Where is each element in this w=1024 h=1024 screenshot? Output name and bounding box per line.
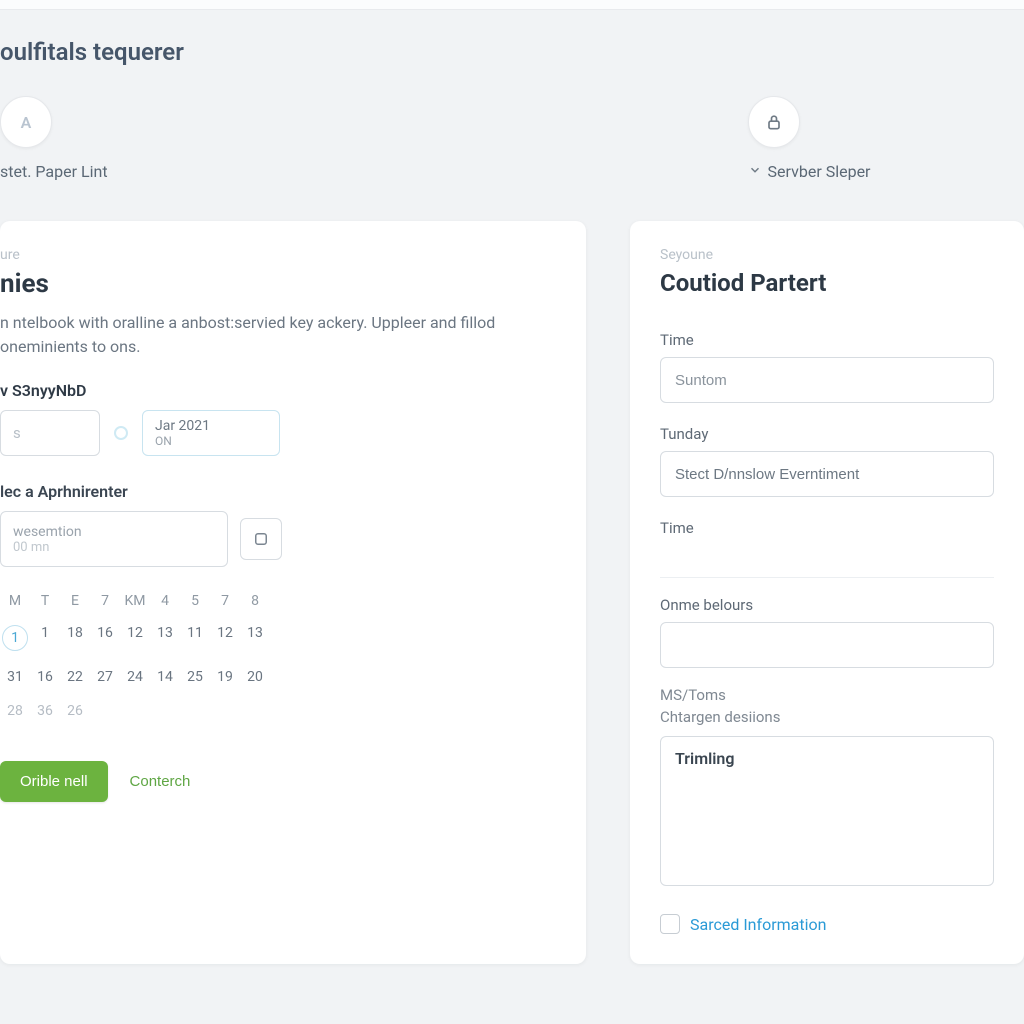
primary-button[interactable]: Orible nell <box>0 761 108 802</box>
secondary-button[interactable]: Conterch <box>130 773 191 790</box>
calendar-header-cell: 8 <box>240 593 270 609</box>
left-card-title: nies <box>0 269 556 299</box>
notes-textarea[interactable]: Trimling <box>660 736 994 886</box>
calendar-day <box>180 703 210 719</box>
select-small[interactable]: s <box>0 410 100 456</box>
sarced-link[interactable]: Sarced Information <box>690 915 826 934</box>
calendar-day[interactable]: 1 <box>30 625 60 651</box>
calendar-day[interactable]: 31 <box>0 669 30 685</box>
calendar-day[interactable]: 1 <box>0 625 30 651</box>
group-two-label: lec a Aprhnirenter <box>0 482 556 501</box>
top-strip <box>0 0 1024 10</box>
textarea-content: Trimling <box>675 749 734 768</box>
right-card-title: Coutiod Partert <box>660 269 994 297</box>
calendar-row: 1118161213111213 <box>0 625 556 651</box>
calendar-day[interactable]: 14 <box>150 669 180 685</box>
calendar: MTE7KM4578 11181612131112133116222724142… <box>0 593 556 719</box>
calendar-header-cell: 7 <box>210 593 240 609</box>
calendar-day[interactable]: 27 <box>90 669 120 685</box>
duration-input[interactable]: wesemtion 00 mn <box>0 511 228 567</box>
calendar-day[interactable]: 12 <box>120 625 150 651</box>
step-one-badge: A <box>0 96 52 148</box>
square-icon <box>252 530 270 548</box>
time-input[interactable] <box>660 357 994 403</box>
chtargen-label: Chtargen desiions <box>660 708 994 726</box>
calendar-day[interactable]: 22 <box>60 669 90 685</box>
calendar-day[interactable]: 19 <box>210 669 240 685</box>
calendar-header-cell: M <box>0 593 30 609</box>
left-card-description: n ntelbook with oralline a anbost:servie… <box>0 311 556 359</box>
right-eyebrow: Seyoune <box>660 247 994 263</box>
step-two-badge <box>748 96 800 148</box>
calendar-header-cell: 7 <box>90 593 120 609</box>
step-one-letter: A <box>21 113 32 132</box>
calendar-day[interactable]: 24 <box>120 669 150 685</box>
calendar-day[interactable]: 18 <box>60 625 90 651</box>
calendar-header-cell: T <box>30 593 60 609</box>
time-label: Time <box>660 331 994 349</box>
calendar-day[interactable]: 25 <box>180 669 210 685</box>
calendar-day <box>240 703 270 719</box>
duration-line1: wesemtion <box>13 524 215 540</box>
details-card: Seyoune Coutiod Partert Time Tunday Time… <box>630 221 1024 964</box>
step-two-label: Servber Sleper <box>768 162 871 181</box>
time2-label: Time <box>660 519 994 537</box>
sarced-checkbox[interactable] <box>660 914 680 934</box>
calendar-row: 311622272414251920 <box>0 669 556 685</box>
date-select[interactable]: Jar 2021 ON <box>142 410 280 456</box>
calendar-toggle-button[interactable] <box>240 518 282 560</box>
date-select-line1: Jar 2021 <box>155 418 210 434</box>
calendar-day[interactable]: 28 <box>0 703 30 719</box>
duration-line2: 00 mn <box>13 540 215 555</box>
step-one[interactable]: A stet. Paper Lint <box>0 96 108 181</box>
calendar-day[interactable]: 13 <box>150 625 180 651</box>
lock-icon <box>764 112 784 132</box>
calendar-header-cell: 5 <box>180 593 210 609</box>
calendar-header-cell: KM <box>120 593 150 609</box>
step-two[interactable]: Servber Sleper <box>748 96 871 181</box>
calendar-header-cell: 4 <box>150 593 180 609</box>
calendar-header-cell: E <box>60 593 90 609</box>
step-one-label: stet. Paper Lint <box>0 162 108 181</box>
calendar-day[interactable]: 36 <box>30 703 60 719</box>
calendar-day[interactable]: 20 <box>240 669 270 685</box>
tunday-input[interactable] <box>660 451 994 497</box>
calendar-day[interactable]: 13 <box>240 625 270 651</box>
onme-label: Onme belours <box>660 596 994 614</box>
page-title: oulfitals tequerer <box>0 38 1024 66</box>
calendar-row: 283626 <box>0 703 556 719</box>
calendar-day <box>90 703 120 719</box>
onme-input[interactable] <box>660 622 994 668</box>
chevron-down-icon <box>748 162 762 181</box>
calendar-day <box>150 703 180 719</box>
tunday-label: Tunday <box>660 425 994 443</box>
schedule-card: ure nies n ntelbook with oralline a anbo… <box>0 221 586 964</box>
calendar-day[interactable]: 12 <box>210 625 240 651</box>
calendar-day <box>120 703 150 719</box>
divider <box>660 577 994 578</box>
calendar-header: MTE7KM4578 <box>0 593 556 609</box>
left-eyebrow: ure <box>0 247 556 263</box>
radio-indicator[interactable] <box>114 426 128 440</box>
group-one-label: v S3nyyNbD <box>0 381 556 400</box>
calendar-day[interactable]: 16 <box>90 625 120 651</box>
calendar-day[interactable]: 26 <box>60 703 90 719</box>
date-select-line2: ON <box>155 434 172 448</box>
calendar-day <box>210 703 240 719</box>
ms-label: MS/Toms <box>660 686 994 704</box>
calendar-day[interactable]: 16 <box>30 669 60 685</box>
calendar-day[interactable]: 11 <box>180 625 210 651</box>
